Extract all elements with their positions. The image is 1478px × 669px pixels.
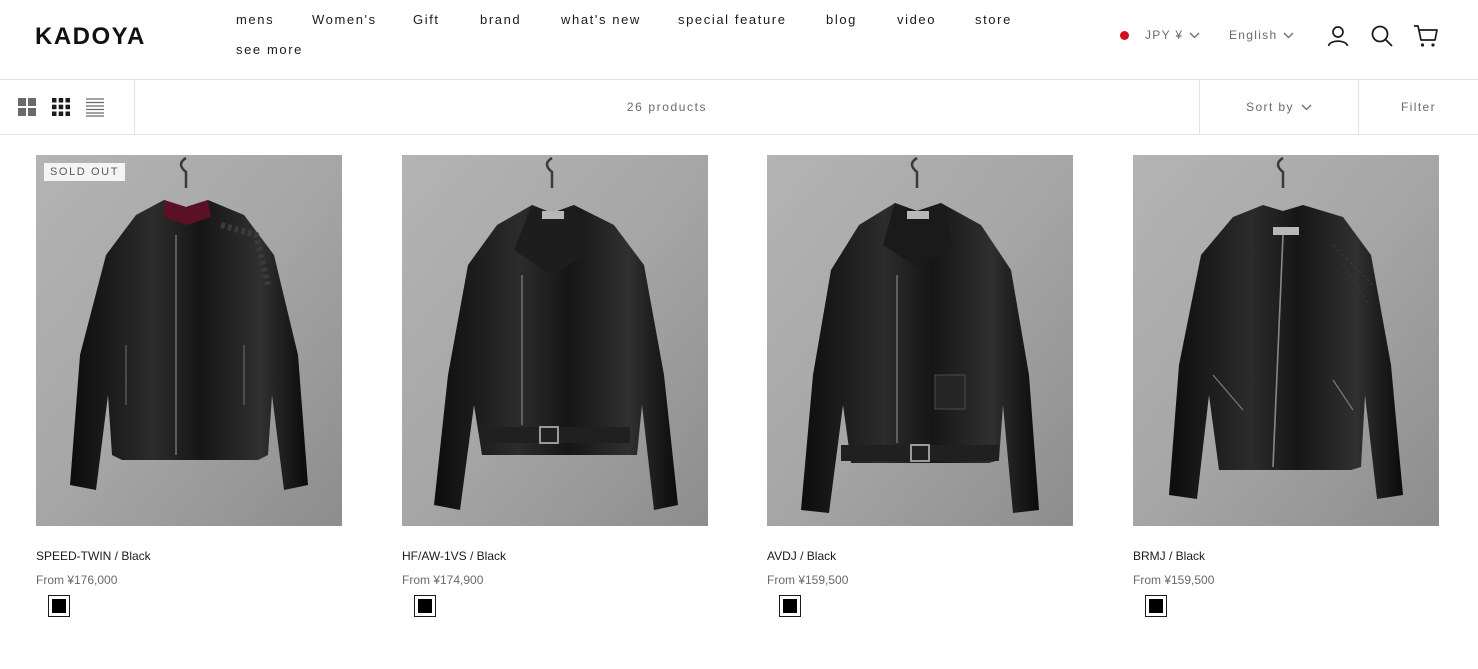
product-title[interactable]: SPEED-TWIN / Black [36,549,151,563]
japan-flag-icon [1120,30,1129,40]
nav-item-video[interactable]: video [897,12,936,27]
product-count: 26 products [626,100,708,114]
currency-label: JPY ¥ [1145,28,1184,42]
account-icon[interactable] [1326,24,1350,48]
main-navigation: mens Women's Gift brand what's new speci… [236,12,1056,72]
nav-item-mens[interactable]: mens [236,12,274,27]
color-swatch-black[interactable] [779,595,801,617]
product-image[interactable] [767,155,1073,526]
site-header: KADOYA mens Women's Gift brand what's ne… [0,0,1478,80]
product-price: From ¥159,500 [1133,573,1215,587]
kadoya-logo[interactable]: KADOYA [35,24,197,46]
color-swatch-black[interactable] [48,595,70,617]
chevron-down-icon [1284,32,1294,38]
svg-text:KADOYA: KADOYA [35,24,146,46]
product-title[interactable]: HF/AW-1VS / Black [402,549,506,563]
product-image[interactable] [1133,155,1439,526]
product-image[interactable]: SOLD OUT [36,155,342,526]
language-label: English [1229,28,1278,42]
nav-item-gift[interactable]: Gift [413,12,440,27]
grid-4-icon[interactable] [51,97,71,117]
currency-selector[interactable]: JPY ¥ [1120,28,1200,42]
product-price: From ¥176,000 [36,573,118,587]
cart-icon[interactable] [1413,24,1439,48]
chevron-down-icon [1301,104,1312,110]
product-image[interactable] [402,155,708,526]
nav-item-store[interactable]: store [975,12,1012,27]
color-swatch-black[interactable] [1145,595,1167,617]
product-card: SOLD OUT SPEED-TWIN / Black From ¥176,00… [36,155,342,617]
product-price: From ¥174,900 [402,573,484,587]
nav-item-special-feature[interactable]: special feature [678,12,787,27]
filter-button[interactable]: Filter [1359,80,1478,134]
product-title[interactable]: AVDJ / Black [767,549,836,563]
collection-toolbar: 26 products Sort by Filter [0,80,1478,135]
product-card: BRMJ / Black From ¥159,500 [1133,155,1439,617]
sort-by-label: Sort by [1246,100,1294,114]
sold-out-badge: SOLD OUT [44,163,126,181]
product-card: AVDJ / Black From ¥159,500 [767,155,1073,617]
language-selector[interactable]: English [1229,28,1294,42]
sort-by-button[interactable]: Sort by [1199,80,1359,134]
nav-item-blog[interactable]: blog [826,12,857,27]
nav-item-womens[interactable]: Women's [312,12,377,27]
chevron-down-icon [1189,32,1200,38]
product-card: HF/AW-1VS / Black From ¥174,900 [402,155,708,617]
layout-switcher [0,80,135,134]
product-price: From ¥159,500 [767,573,849,587]
list-view-icon[interactable] [85,97,105,117]
color-swatch-black[interactable] [414,595,436,617]
product-title[interactable]: BRMJ / Black [1133,549,1205,563]
nav-item-see-more[interactable]: see more [236,42,303,57]
grid-2-icon[interactable] [17,97,37,117]
search-icon[interactable] [1370,24,1394,48]
nav-item-brand[interactable]: brand [480,12,521,27]
nav-item-whats-new[interactable]: what's new [561,12,641,27]
